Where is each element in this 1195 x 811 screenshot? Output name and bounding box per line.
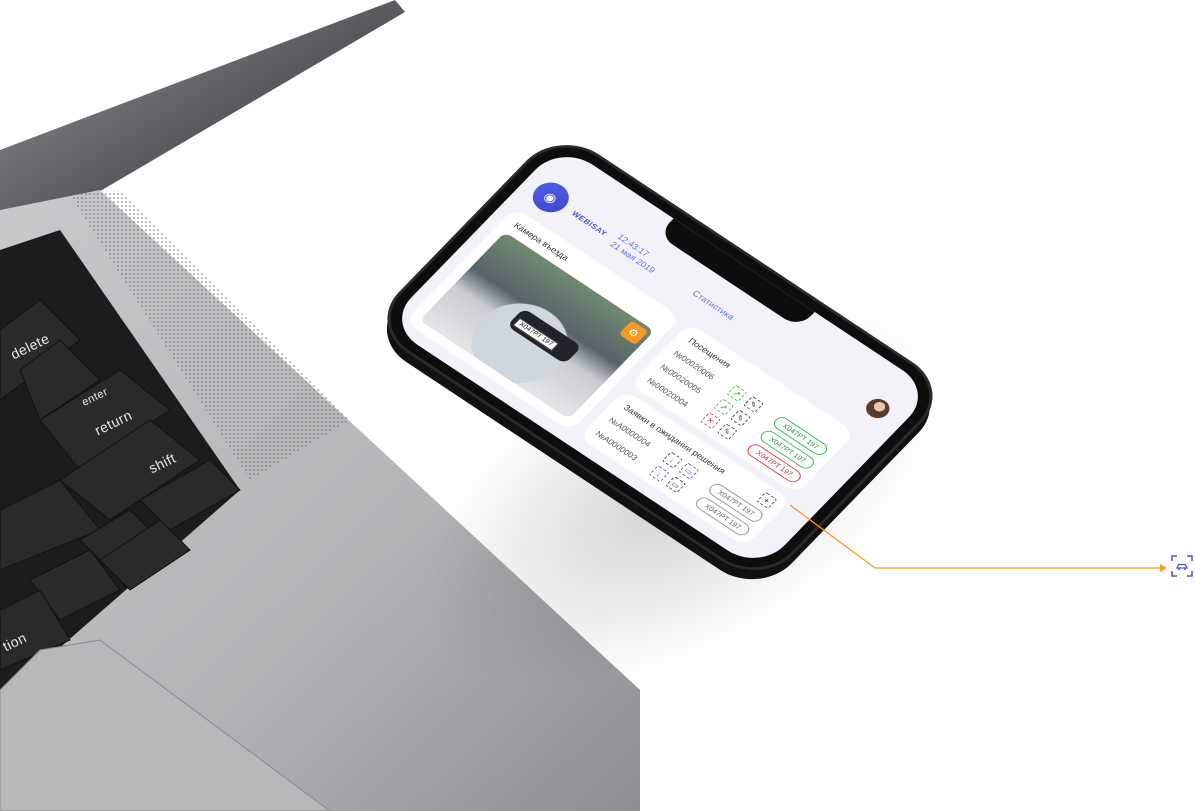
scan-car-icon[interactable] [1170, 554, 1194, 578]
callout-connector [789, 504, 1167, 572]
